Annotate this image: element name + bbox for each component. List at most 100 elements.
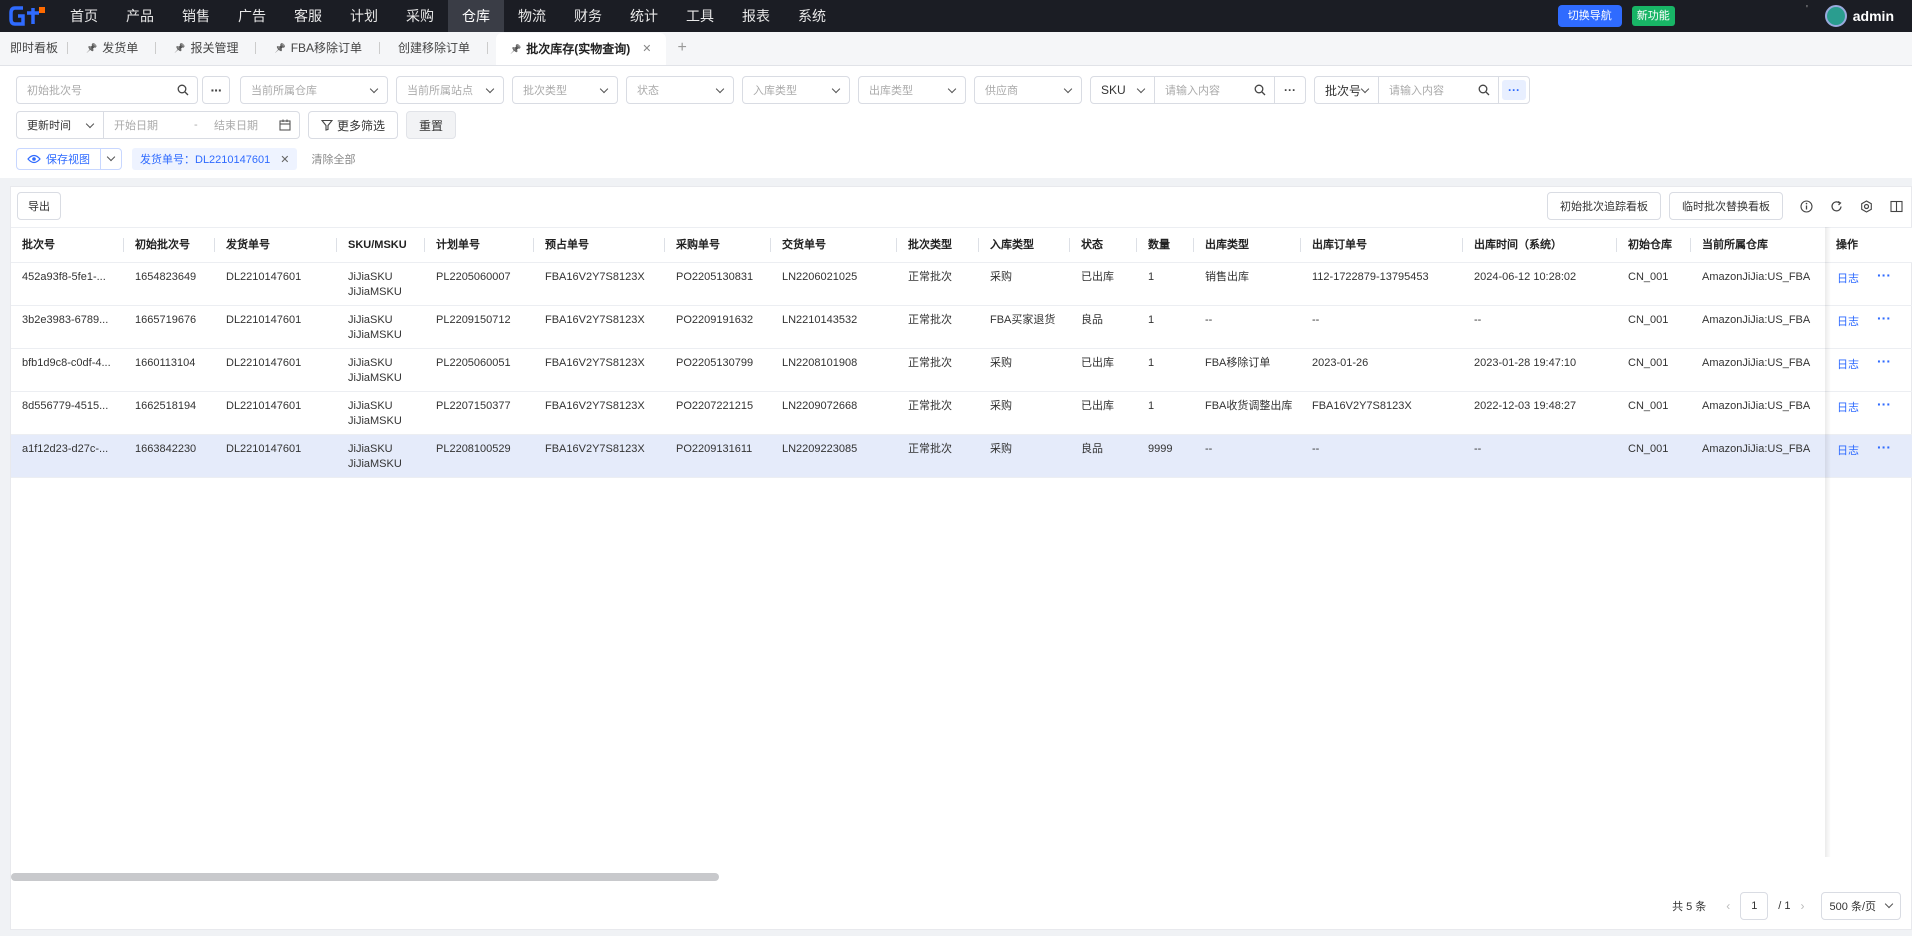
log-link[interactable]: 日志 — [1837, 270, 1859, 286]
date-range-picker[interactable]: 开始日期 - 结束日期 — [104, 111, 300, 139]
batch-search-input[interactable]: 请输入内容 — [1379, 77, 1499, 103]
column-header[interactable]: 状态 — [1070, 228, 1137, 262]
status-select[interactable]: 状态 — [626, 76, 734, 104]
settings-icon[interactable] — [1851, 199, 1881, 213]
menu-item[interactable]: 计划 — [336, 0, 392, 32]
time-field-select[interactable]: 更新时间 — [16, 111, 104, 139]
table-row[interactable]: 8d556779-4515... 1662518194 DL2210147601 Ji… — [11, 392, 1912, 435]
add-tab-button[interactable]: + — [666, 31, 699, 65]
inbound-type-select[interactable]: 入库类型 — [742, 76, 850, 104]
menu-item[interactable]: 客服 — [280, 0, 336, 32]
save-view-button[interactable]: 保存视图 — [16, 148, 122, 170]
more-actions-icon[interactable]: ··· — [1877, 439, 1891, 455]
batch-more-button[interactable]: ··· — [1502, 80, 1526, 100]
column-header[interactable]: 初始批次号 — [124, 228, 215, 262]
column-header[interactable]: 入库类型 — [979, 228, 1070, 262]
tab-item[interactable]: 即时看板 — [0, 31, 69, 65]
column-header[interactable]: 出库类型 — [1194, 228, 1301, 262]
prev-page-button[interactable]: ‹ — [1726, 899, 1730, 913]
site-select[interactable]: 当前所属站点 — [396, 76, 504, 104]
switch-nav-button[interactable]: 切换导航 — [1557, 5, 1622, 27]
close-icon[interactable]: ✕ — [280, 153, 289, 166]
avatar[interactable] — [1824, 5, 1847, 27]
tab-item[interactable]: 创建移除订单 — [380, 31, 489, 65]
tab-item[interactable]: 📌 FBA移除订单 — [256, 31, 381, 65]
search-icon[interactable] — [177, 84, 189, 96]
table-row[interactable]: bfb1d9c8-c0df-4... 1660113104 DL2210147601… — [11, 349, 1912, 392]
supplier-select[interactable]: 供应商 — [974, 76, 1082, 104]
save-view-dropdown[interactable] — [101, 149, 121, 169]
log-link[interactable]: 日志 — [1837, 313, 1859, 329]
sku-more-button[interactable]: ··· — [1275, 77, 1305, 103]
temp-batch-board-button[interactable]: 临时批次替换看板 — [1669, 192, 1783, 220]
menu-item[interactable]: 仓库 — [448, 0, 504, 32]
log-link[interactable]: 日志 — [1837, 399, 1859, 415]
refresh-icon[interactable] — [1821, 200, 1851, 213]
initial-batch-more-button[interactable]: ··· — [202, 76, 230, 104]
tab-item[interactable]: 📌 发货单 — [68, 31, 157, 65]
menu-item[interactable]: 采购 — [392, 0, 448, 32]
export-button[interactable]: 导出 — [17, 192, 61, 220]
sku-field-select[interactable]: SKU — [1091, 77, 1155, 103]
column-header[interactable]: 批次号 — [11, 228, 124, 262]
table-row[interactable]: 3b2e3983-6789... 1665719676 DL2210147601 Ji… — [11, 306, 1912, 349]
column-header[interactable]: 数量 — [1137, 228, 1194, 262]
column-header[interactable]: 计划单号 — [425, 228, 534, 262]
page-size-select[interactable]: 500 条/页 — [1820, 892, 1901, 920]
menu-item[interactable]: 销售 — [168, 0, 224, 32]
search-icon[interactable] — [1254, 84, 1266, 96]
batch-field-select[interactable]: 批次号 — [1315, 77, 1379, 103]
menu-item[interactable]: 工具 — [672, 0, 728, 32]
column-header[interactable]: 发货单号 — [215, 228, 337, 262]
new-feature-badge[interactable]: 新功能 — [1631, 6, 1675, 26]
more-actions-icon[interactable]: ··· — [1877, 267, 1891, 283]
pin-icon[interactable]: 📌 — [174, 31, 185, 65]
horizontal-scrollbar[interactable] — [11, 873, 719, 881]
log-link[interactable]: 日志 — [1837, 442, 1859, 458]
column-header[interactable]: 预占单号 — [534, 228, 665, 262]
next-page-button[interactable]: › — [1801, 899, 1805, 913]
table-row[interactable]: a1f12d23-d27c-... 1663842230 DL2210147601 J… — [11, 435, 1912, 478]
column-header[interactable]: SKU/MSKU — [337, 228, 425, 262]
menu-item[interactable]: 物流 — [504, 0, 560, 32]
batch-type-select[interactable]: 批次类型 — [512, 76, 618, 104]
initial-batch-board-button[interactable]: 初始批次追踪看板 — [1547, 192, 1661, 220]
menu-item[interactable]: 首页 — [56, 0, 112, 32]
column-header[interactable]: 批次类型 — [897, 228, 979, 262]
reset-button[interactable]: 重置 — [406, 111, 457, 139]
current-page-input[interactable]: 1 — [1740, 892, 1769, 920]
menu-item[interactable]: 统计 — [616, 0, 672, 32]
initial-batch-input[interactable]: 初始批次号 — [16, 76, 198, 104]
column-header[interactable]: 当前所属仓库 — [1691, 228, 1825, 262]
column-header[interactable]: 初始仓库 — [1617, 228, 1691, 262]
username[interactable]: admin — [1853, 8, 1894, 24]
table-row[interactable]: 452a93f8-5fe1-... 1654823649 DL2210147601 J… — [11, 263, 1912, 306]
pin-icon[interactable]: 📌 — [86, 31, 97, 65]
menu-item[interactable]: 财务 — [560, 0, 616, 32]
save-view-main[interactable]: 保存视图 — [17, 149, 101, 169]
tab-item[interactable]: 📌 报关管理 — [156, 31, 257, 65]
tab-item[interactable]: 📌 批次库存(实物查询) ✕ — [496, 32, 666, 66]
warehouse-select[interactable]: 当前所属仓库 — [240, 76, 388, 104]
close-icon[interactable]: ✕ — [642, 32, 651, 66]
column-header[interactable]: 出库订单号 — [1301, 228, 1463, 262]
column-header[interactable]: 交货单号 — [771, 228, 897, 262]
more-actions-icon[interactable]: ··· — [1877, 353, 1891, 369]
log-link[interactable]: 日志 — [1837, 356, 1859, 372]
app-logo[interactable] — [0, 0, 56, 32]
column-header[interactable]: 采购单号 — [665, 228, 771, 262]
pin-icon[interactable]: 📌 — [510, 32, 521, 66]
menu-item[interactable]: 广告 — [224, 0, 280, 32]
more-actions-icon[interactable]: ··· — [1877, 310, 1891, 326]
column-header[interactable]: 出库时间（系统） — [1463, 228, 1617, 262]
menu-item[interactable]: 产品 — [112, 0, 168, 32]
more-actions-icon[interactable]: ··· — [1877, 396, 1891, 412]
sku-search-input[interactable]: 请输入内容 — [1155, 77, 1275, 103]
menu-item[interactable]: 报表 — [728, 0, 784, 32]
more-filter-button[interactable]: 更多筛选 — [308, 111, 399, 139]
pin-icon[interactable]: 📌 — [274, 31, 285, 65]
outbound-type-select[interactable]: 出库类型 — [858, 76, 966, 104]
column-header[interactable]: 操作 — [1825, 228, 1912, 262]
column-layout-icon[interactable] — [1881, 200, 1911, 213]
menu-item[interactable]: 系统 — [784, 0, 840, 32]
